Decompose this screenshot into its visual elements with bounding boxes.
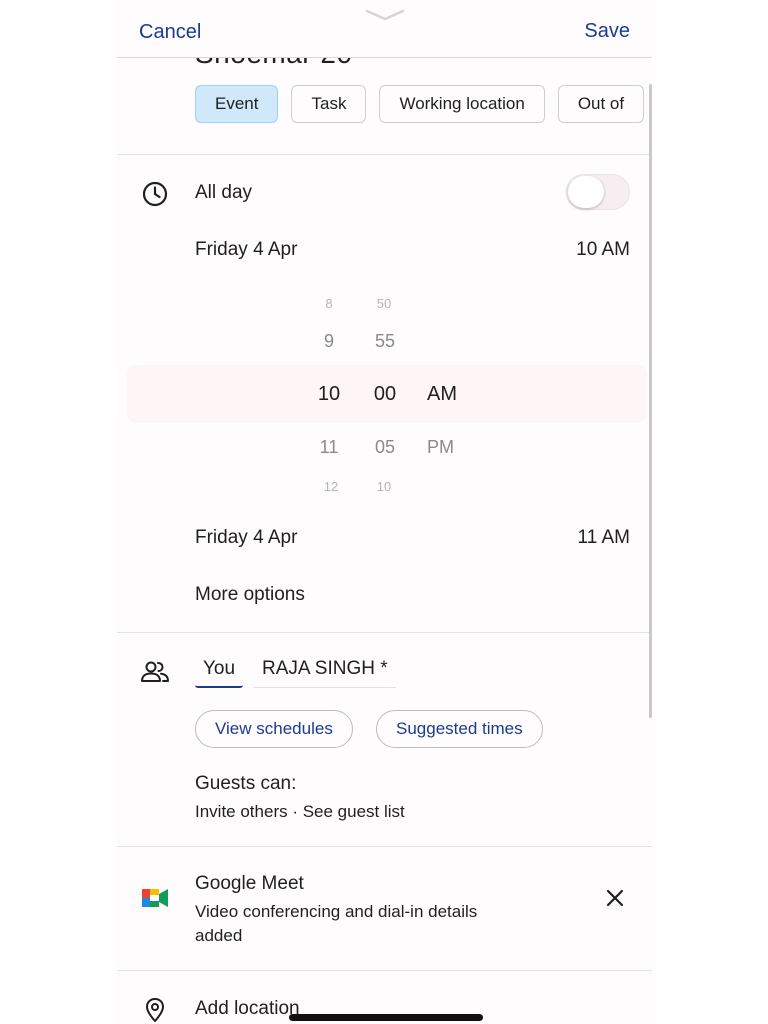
google-meet-detail-line2: added: [195, 926, 243, 945]
guest-chip-raja-singh[interactable]: RAJA SINGH *: [254, 654, 396, 688]
toggle-knob: [568, 176, 604, 208]
picker-hour-option[interactable]: 8: [317, 296, 341, 311]
chip-task[interactable]: Task: [291, 85, 367, 123]
picker-minute-option[interactable]: 05: [369, 437, 401, 458]
end-time[interactable]: 11 AM: [578, 527, 630, 549]
start-time[interactable]: 10 AM: [576, 239, 630, 261]
divider: [117, 154, 652, 155]
add-location-field[interactable]: Add location: [195, 998, 300, 1020]
google-meet-title: Google Meet: [195, 873, 304, 894]
picker-minute-option[interactable]: 10: [370, 479, 398, 494]
chip-event[interactable]: Event: [195, 85, 279, 123]
divider: [117, 970, 652, 971]
view-schedules-button[interactable]: View schedules: [195, 710, 353, 748]
picker-period-selected[interactable]: AM: [427, 383, 457, 406]
chip-out-of-office[interactable]: Out of: [557, 85, 645, 123]
people-icon: [139, 658, 171, 686]
picker-hour-selected[interactable]: 10: [313, 383, 345, 406]
picker-period-option[interactable]: PM: [427, 437, 454, 458]
picker-hour-option[interactable]: 9: [317, 331, 341, 352]
google-meet-icon: [139, 884, 171, 912]
end-date[interactable]: Friday 4 Apr: [195, 527, 297, 549]
chip-working-location[interactable]: Working location: [379, 85, 545, 123]
scrollbar[interactable]: [649, 84, 652, 718]
sheet-handle-chevron-icon[interactable]: [365, 8, 405, 22]
picker-hour-option[interactable]: 12: [317, 479, 345, 494]
all-day-label: All day: [195, 182, 253, 203]
cancel-button[interactable]: Cancel: [139, 21, 201, 44]
top-bar: Cancel Save: [117, 0, 652, 58]
suggested-times-button[interactable]: Suggested times: [376, 710, 543, 748]
start-date[interactable]: Friday 4 Apr: [195, 239, 297, 261]
clock-icon: [141, 180, 169, 208]
picker-minute-selected[interactable]: 00: [367, 383, 403, 406]
divider: [117, 632, 652, 633]
more-options-link[interactable]: More options: [195, 584, 305, 606]
guest-chip-you[interactable]: You: [195, 654, 244, 688]
divider: [117, 846, 652, 847]
picker-hour-option[interactable]: 11: [315, 437, 343, 458]
google-meet-detail-line1: Video conferencing and dial-in details: [195, 902, 478, 921]
guest-permissions-title: Guests can:: [195, 773, 297, 794]
picker-minute-option[interactable]: 50: [370, 296, 398, 311]
event-editor-sheet: Cancel Save Shoemar 20 Event Task Workin…: [117, 0, 652, 1024]
save-button[interactable]: Save: [584, 20, 630, 43]
guest-permissions-detail[interactable]: Invite others · See guest list: [195, 802, 405, 822]
location-pin-icon: [141, 996, 169, 1024]
home-indicator[interactable]: [289, 1014, 483, 1021]
event-type-chips: Event Task Working location Out of: [195, 85, 645, 123]
picker-minute-option[interactable]: 55: [369, 331, 401, 352]
all-day-toggle[interactable]: [566, 174, 630, 210]
close-icon[interactable]: [601, 884, 629, 912]
